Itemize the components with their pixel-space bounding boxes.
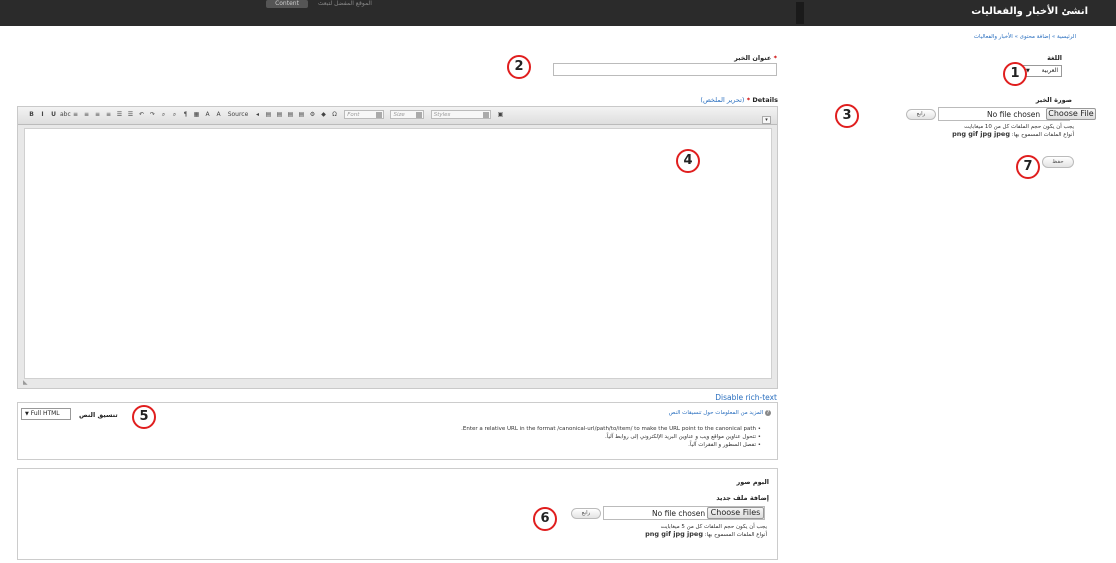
toolbar-button[interactable]: ↶ bbox=[137, 110, 146, 119]
album-upload-button[interactable]: رابع bbox=[571, 508, 601, 519]
toolbar-button[interactable]: ◆ bbox=[319, 110, 328, 119]
language-selected: العربية bbox=[1041, 67, 1058, 74]
more-info-row: ? المزيد من المعلومات حول تنسيقات النص bbox=[669, 410, 771, 416]
resize-handle-icon[interactable]: ◣ bbox=[23, 379, 28, 386]
size-select[interactable]: Size bbox=[390, 110, 425, 119]
maximize-icon[interactable]: ▣ bbox=[496, 110, 505, 119]
tip-item: تتحول عناوين مواقع ويب و عناوين البريد ا… bbox=[461, 433, 761, 441]
toolbar-button[interactable]: Source bbox=[225, 110, 251, 119]
album-file-status: No file chosen bbox=[652, 509, 706, 518]
text-format-label: تنسيق النص bbox=[79, 411, 118, 419]
album-panel: البوم صور إضافة ملف جديد No file chosen … bbox=[17, 468, 778, 560]
toolbar-button[interactable]: ▤ bbox=[264, 110, 273, 119]
toolbar-button[interactable]: Ω bbox=[330, 110, 339, 119]
news-image-help-types: png gif jpg jpeg bbox=[952, 130, 1010, 138]
top-header-bar: Content الموقع المفضل لتبعث انشئ الأخبار… bbox=[0, 0, 1116, 26]
toolbar-button[interactable]: A bbox=[214, 110, 223, 119]
help-icon: ? bbox=[765, 410, 771, 416]
editor-content-area[interactable] bbox=[24, 128, 772, 379]
toolbar-button[interactable]: A bbox=[203, 110, 212, 119]
choose-file-button[interactable]: Choose File bbox=[1046, 108, 1096, 120]
toolbar-button[interactable]: ◂ bbox=[253, 110, 262, 119]
toolbar-button[interactable]: ≡ bbox=[93, 110, 102, 119]
album-help-types-label: أنواع الملفات المسموح بها: bbox=[704, 532, 767, 538]
header-faded-text: الموقع المفضل لتبعث bbox=[318, 0, 372, 7]
content-pill[interactable]: Content bbox=[266, 0, 308, 8]
callout-7: 7 bbox=[1016, 155, 1040, 179]
callout-5: 5 bbox=[132, 405, 156, 429]
toolbar-button[interactable]: ▦ bbox=[192, 110, 201, 119]
album-help-types: png gif jpg jpeg bbox=[645, 530, 703, 538]
details-label: (تحرير الملخص) * Details bbox=[700, 96, 778, 104]
toolbar-button[interactable]: ≡ bbox=[71, 110, 80, 119]
font-select[interactable]: Font bbox=[344, 110, 385, 119]
language-select[interactable]: العربية ▼ bbox=[1022, 65, 1062, 77]
callout-3: 3 bbox=[835, 104, 859, 128]
callout-1: 1 bbox=[1003, 62, 1027, 86]
toolbar-button[interactable]: I bbox=[38, 110, 47, 119]
rich-text-editor: B I Uabc ≡ ≡ ≡ ≡ ☰ ☰ ↶ ↷ ⌕ ⌕ ¶ ▦ A A Source ◂ ▤ ▤ ▤ ▤ ⚙ ◆ Ω Font … bbox=[17, 106, 778, 389]
news-image-file-input[interactable]: No file chosen Choose File bbox=[938, 107, 1096, 121]
toolbar-button[interactable]: ≡ bbox=[82, 110, 91, 119]
toolbar-button[interactable]: ⌕ bbox=[170, 110, 179, 119]
toolbar-button[interactable]: ⚙ bbox=[308, 110, 317, 119]
text-format-selected: Full HTML bbox=[30, 410, 60, 417]
language-label: اللغة bbox=[1047, 54, 1062, 62]
chevron-down-icon: ▼ bbox=[25, 411, 29, 417]
toolbar-buttons: B I Uabc ≡ ≡ ≡ ≡ ☰ ☰ ↶ ↷ ⌕ ⌕ ¶ ▦ A A Source ◂ ▤ ▤ ▤ ▤ ⚙ ◆ Ω bbox=[26, 111, 340, 119]
choose-files-button[interactable]: Choose Files bbox=[707, 507, 764, 519]
toolbar-button[interactable]: ¶ bbox=[181, 110, 190, 119]
callout-2: 2 bbox=[507, 55, 531, 79]
news-image-help-types-label: أنواع الملفات المسموح بها: bbox=[1011, 132, 1074, 138]
news-image-file-status: No file chosen bbox=[987, 110, 1041, 119]
news-image-label: صورة الخبر bbox=[1035, 96, 1072, 104]
editor-toolbar: B I Uabc ≡ ≡ ≡ ≡ ☰ ☰ ↶ ↷ ⌕ ⌕ ¶ ▦ A A Source ◂ ▤ ▤ ▤ ▤ ⚙ ◆ Ω Font … bbox=[18, 107, 777, 125]
album-file-input[interactable]: No file chosen Choose Files bbox=[603, 506, 765, 520]
news-image-upload-button[interactable]: رابع bbox=[906, 109, 936, 120]
callout-4: 4 bbox=[676, 149, 700, 173]
disable-rich-text-link[interactable]: Disable rich-text bbox=[700, 393, 777, 402]
toolbar-button[interactable]: ▤ bbox=[286, 110, 295, 119]
album-title: البوم صور bbox=[736, 478, 769, 486]
breadcrumb[interactable]: الرئيسية » إضافة محتوى » الأخبار والفعال… bbox=[974, 34, 1076, 40]
header-divider bbox=[796, 2, 804, 24]
text-format-panel: ▼ Full HTML تنسيق النص ? المزيد من المعل… bbox=[17, 402, 778, 460]
more-info-link[interactable]: المزيد من المعلومات حول تنسيقات النص bbox=[669, 410, 763, 416]
toolbar-button[interactable]: U bbox=[49, 110, 58, 119]
text-format-tips: Enter a relative URL in the format /cano… bbox=[461, 425, 761, 449]
styles-select[interactable]: Styles bbox=[430, 110, 491, 119]
album-help: يجب أن يكون حجم الملفات كل من 5 ميغابايت… bbox=[617, 524, 767, 538]
toolbar-button[interactable]: ⌕ bbox=[159, 110, 168, 119]
collapse-toolbar-icon[interactable]: ▾ bbox=[762, 116, 771, 124]
callout-6: 6 bbox=[533, 507, 557, 531]
toolbar-button[interactable]: ▤ bbox=[297, 110, 306, 119]
toolbar-button[interactable]: ▤ bbox=[275, 110, 284, 119]
toolbar-button[interactable]: ↷ bbox=[148, 110, 157, 119]
save-button[interactable]: حفظ bbox=[1042, 156, 1074, 168]
tip-item: تفصل السطور و الفقرات آلياً. bbox=[461, 441, 761, 449]
album-add-label: إضافة ملف جديد bbox=[716, 494, 769, 502]
page-title: انشئ الأخبار والفعاليات bbox=[971, 6, 1088, 17]
news-image-help: يجب أن يكون حجم الملفات كل من 10 ميغاباي… bbox=[934, 124, 1074, 138]
edit-summary-link[interactable]: (تحرير الملخص) bbox=[700, 96, 744, 104]
tip-item: Enter a relative URL in the format /cano… bbox=[461, 425, 761, 433]
toolbar-button[interactable]: abc bbox=[60, 110, 71, 119]
toolbar-button[interactable]: B bbox=[27, 110, 36, 119]
toolbar-button[interactable]: ≡ bbox=[104, 110, 113, 119]
text-format-select[interactable]: ▼ Full HTML bbox=[21, 408, 71, 420]
toolbar-button[interactable]: ☰ bbox=[126, 110, 135, 119]
toolbar-button[interactable]: ☰ bbox=[115, 110, 124, 119]
news-title-input[interactable] bbox=[553, 63, 777, 76]
news-title-label: * عنوان الخبر bbox=[734, 54, 777, 62]
